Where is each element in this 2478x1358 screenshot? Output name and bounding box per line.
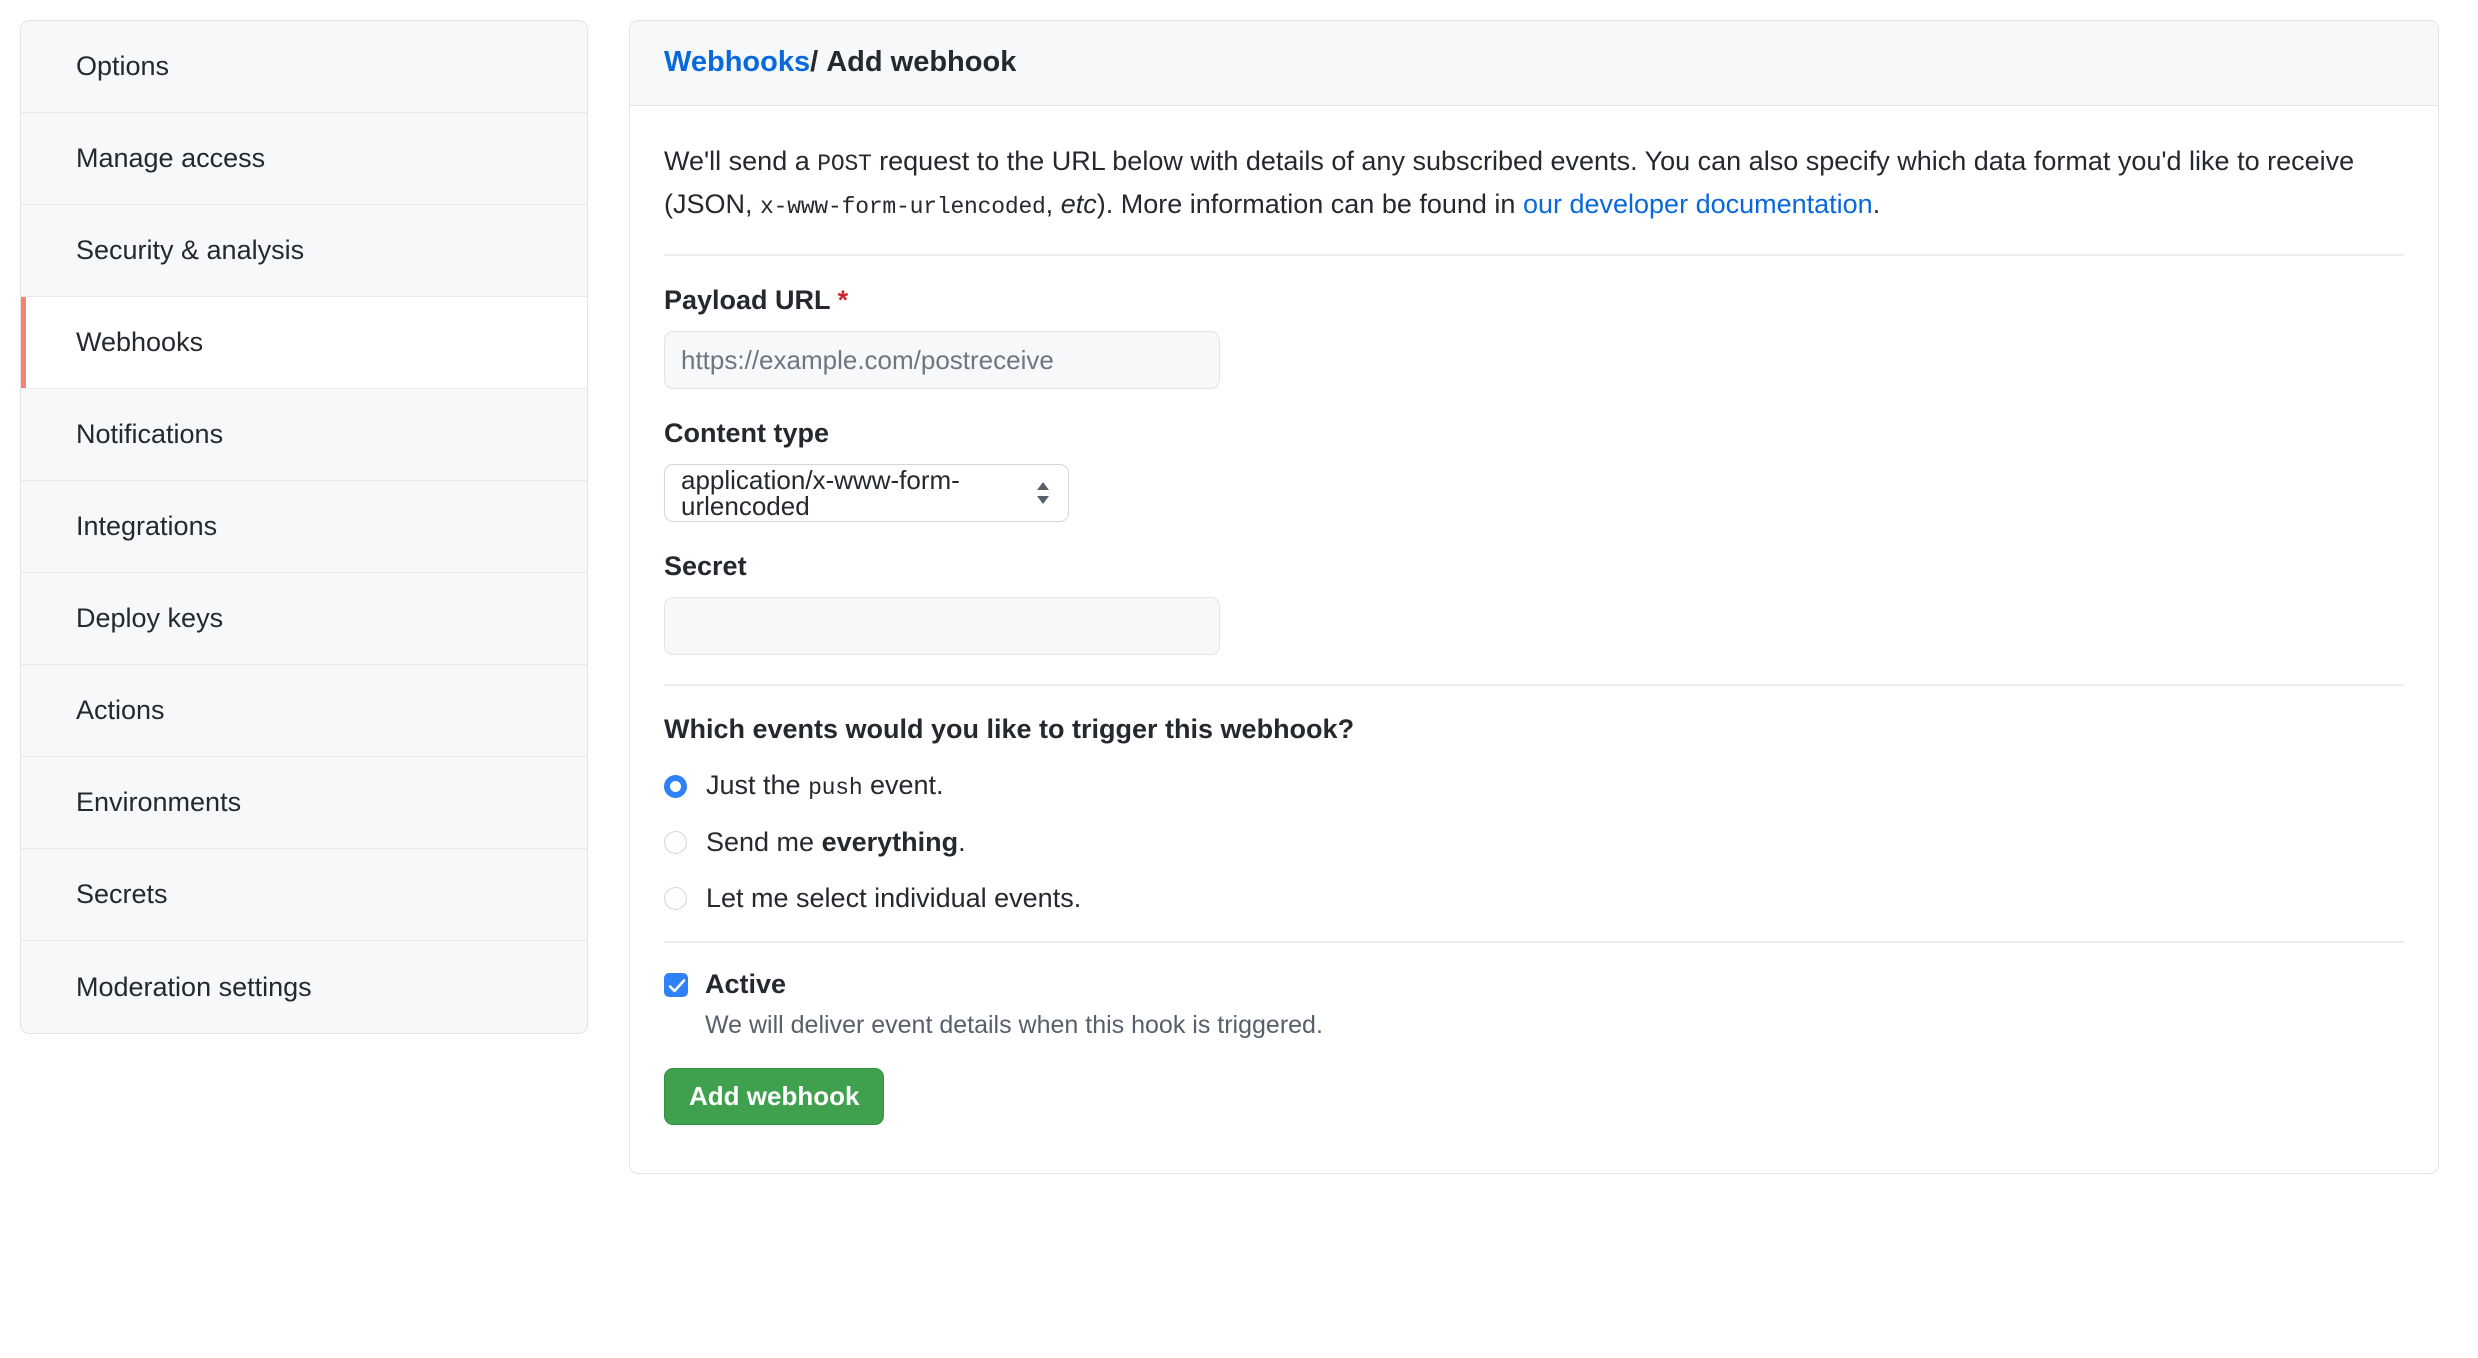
sidebar-item-moderation-settings[interactable]: Moderation settings: [21, 941, 587, 1033]
add-webhook-panel: Webhooks/ Add webhook We'll send a POST …: [629, 20, 2439, 1175]
event-option-push-prefix: Just the: [706, 770, 809, 801]
event-option-everything-label: Send me everything.: [706, 829, 966, 856]
chevron-updown-icon: [1034, 477, 1052, 509]
payload-url-label: Payload URL *: [664, 287, 2404, 314]
secret-label: Secret: [664, 551, 747, 582]
content-type-code: x-www-form-urlencoded: [760, 193, 1046, 220]
radio-push-event[interactable]: [664, 774, 687, 798]
divider-before-active: [664, 941, 2404, 944]
add-webhook-button[interactable]: Add webhook: [664, 1068, 885, 1126]
intro-text-1: We'll send a: [664, 146, 818, 176]
secret-input[interactable]: [664, 597, 1220, 656]
http-method-code: POST: [817, 151, 872, 177]
radio-send-everything[interactable]: [664, 831, 687, 855]
sidebar-item-label: Integrations: [76, 511, 218, 541]
sidebar-item-environments[interactable]: Environments: [21, 757, 587, 849]
event-option-individual-label: Let me select individual events.: [706, 883, 1082, 914]
sidebar-item-label: Moderation settings: [76, 971, 312, 1002]
intro-paragraph: We'll send a POST request to the URL bel…: [664, 140, 2404, 225]
sidebar-item-label: Webhooks: [76, 327, 204, 357]
event-option-push[interactable]: Just the push event.: [664, 772, 2404, 800]
breadcrumb: Webhooks/ Add webhook: [630, 21, 2438, 106]
required-asterisk: *: [837, 285, 849, 316]
content-type-label: Content type: [664, 418, 829, 449]
settings-sidebar: Options Manage access Security & analysi…: [20, 20, 588, 1034]
content-type-select[interactable]: application/x-www-form-urlencoded: [664, 464, 1069, 523]
payload-url-input[interactable]: [664, 331, 1220, 390]
divider-before-events: [664, 684, 2404, 687]
event-option-everything[interactable]: Send me everything.: [664, 829, 2404, 856]
event-option-push-label: Just the push event.: [706, 772, 944, 800]
sidebar-item-webhooks[interactable]: Webhooks: [21, 297, 587, 389]
checkbox-active[interactable]: [664, 972, 688, 997]
intro-text-3: ,: [1045, 188, 1061, 219]
intro-text-5: .: [1872, 188, 1881, 219]
payload-url-label-text: Payload URL: [664, 285, 831, 316]
sidebar-item-label: Actions: [76, 695, 165, 725]
breadcrumb-current: Add webhook: [826, 46, 1017, 78]
sidebar-item-deploy-keys[interactable]: Deploy keys: [21, 573, 587, 665]
sidebar-item-label: Security & analysis: [76, 235, 305, 265]
sidebar-item-secrets[interactable]: Secrets: [21, 849, 587, 941]
content-type-selected-value: application/x-www-form-urlencoded: [681, 465, 960, 522]
sidebar-item-label: Notifications: [76, 419, 224, 449]
intro-etc: etc: [1060, 188, 1097, 219]
push-event-code: push: [808, 775, 863, 802]
intro-text-4: ). More information can be found in: [1096, 188, 1523, 219]
secret-field: Secret: [664, 551, 2404, 656]
sidebar-item-label: Manage access: [76, 143, 266, 173]
breadcrumb-separator: /: [810, 46, 819, 78]
sidebar-item-label: Deploy keys: [76, 603, 224, 633]
active-help-text: We will deliver event details when this …: [705, 1011, 1323, 1040]
page-root: Options Manage access Security & analysi…: [0, 0, 2478, 1358]
sidebar-item-actions[interactable]: Actions: [21, 665, 587, 757]
breadcrumb-link-webhooks[interactable]: Webhooks: [664, 46, 810, 78]
active-checkbox-row[interactable]: Active: [664, 971, 2404, 998]
event-option-push-suffix: event.: [862, 770, 944, 801]
content-type-field: Content type application/x-www-form-urle…: [664, 418, 2404, 523]
sidebar-item-integrations[interactable]: Integrations: [21, 481, 587, 573]
content-type-select-wrapper: application/x-www-form-urlencoded: [664, 464, 1069, 523]
sidebar-item-label: Secrets: [76, 879, 168, 909]
divider-after-intro: [664, 254, 2404, 257]
sidebar-item-notifications[interactable]: Notifications: [21, 389, 587, 481]
event-option-individual[interactable]: Let me select individual events.: [664, 885, 2404, 912]
event-option-everything-strong: everything: [821, 827, 959, 858]
sidebar-item-label: Environments: [76, 787, 242, 817]
sidebar-item-manage-access[interactable]: Manage access: [21, 113, 587, 205]
sidebar-item-security-analysis[interactable]: Security & analysis: [21, 205, 587, 297]
active-label[interactable]: Active: [705, 971, 786, 998]
event-option-everything-suffix: .: [958, 827, 966, 858]
sidebar-item-options[interactable]: Options: [21, 21, 587, 113]
events-question-heading: Which events would you like to trigger t…: [664, 714, 1355, 745]
event-option-everything-prefix: Send me: [706, 827, 822, 858]
payload-url-field: Payload URL *: [664, 287, 2404, 390]
sidebar-item-label: Options: [76, 51, 170, 81]
webhook-form: We'll send a POST request to the URL bel…: [630, 106, 2438, 1173]
developer-documentation-link[interactable]: our developer documentation: [1523, 189, 1873, 219]
radio-select-individual-events[interactable]: [664, 887, 687, 911]
